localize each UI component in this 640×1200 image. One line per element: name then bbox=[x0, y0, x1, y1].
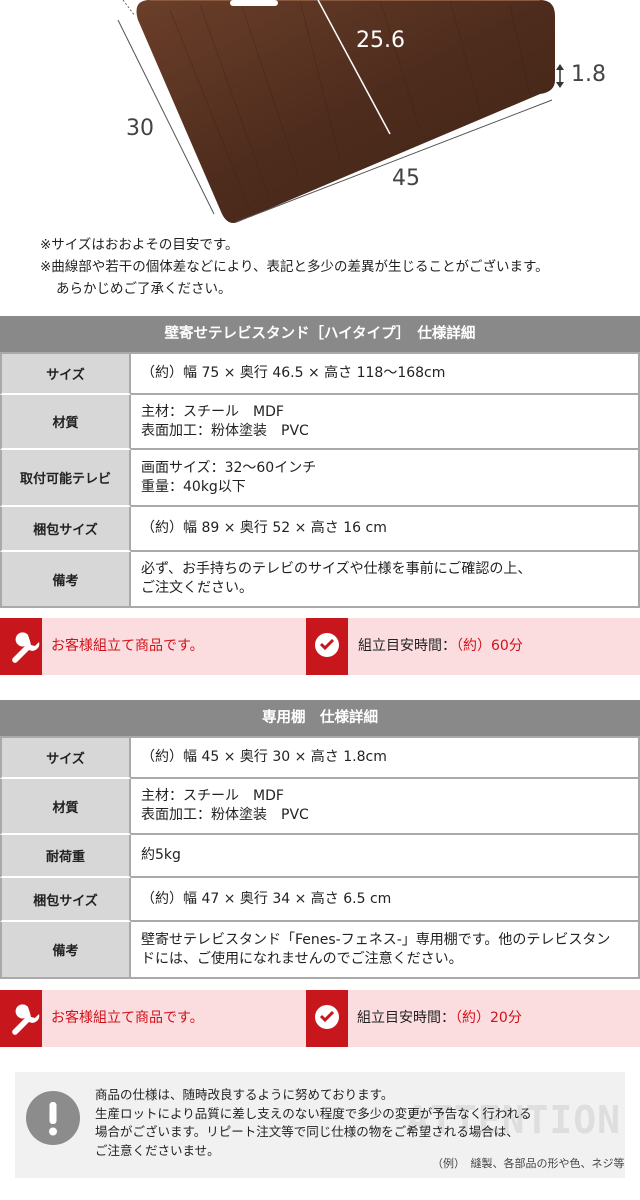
row-value: 主材：スチール MDF 表面加工：粉体塗装 PVC bbox=[131, 395, 640, 450]
table-row: サイズ （約）幅 75 × 奥行 46.5 × 高さ 118〜168cm bbox=[0, 352, 640, 395]
dim-thickness-label: 1.8 bbox=[571, 62, 606, 87]
assembly-time: 組立目安時間：（約）60分 bbox=[358, 618, 523, 675]
row-value: 必ず、お手持ちのテレビのサイズや仕様を事前にご確認の上、 ご注文ください。 bbox=[131, 552, 640, 608]
row-value: 壁寄せテレビスタンド「Fenes-フェネス-」専用棚です。他のテレビスタン ドには… bbox=[131, 922, 640, 979]
value-line: 壁寄せテレビスタンド「Fenes-フェネス-」専用棚です。他のテレビスタン bbox=[141, 931, 611, 948]
row-value: （約）幅 45 × 奥行 30 × 高さ 1.8cm bbox=[131, 736, 640, 779]
size-notes: ※サイズはおおよその目安です。 ※曲線部や若干の個体差などにより、表記と多少の差… bbox=[40, 234, 549, 300]
wrench-icon bbox=[0, 990, 42, 1047]
value-line: 必ず、お手持ちのテレビのサイズや仕様を事前にご確認の上、 bbox=[141, 561, 532, 577]
row-label: サイズ bbox=[0, 736, 131, 779]
value-line: ご注文ください。 bbox=[141, 580, 253, 596]
row-label: 梱包サイズ bbox=[0, 507, 131, 552]
notice-line: 生産ロットにより品質に差し支えのない程度で多少の変更が予告なく行われる bbox=[95, 1105, 532, 1121]
row-label: 梱包サイズ bbox=[0, 878, 131, 922]
value-line: 表面加工：粉体塗装 PVC bbox=[141, 422, 309, 439]
note-line: ※曲線部や若干の個体差などにより、表記と多少の差異が生じることがございます。 bbox=[40, 259, 549, 275]
row-label: 備考 bbox=[0, 552, 131, 608]
value-line: （約）幅 47 × 奥行 34 × 高さ 6.5 cm bbox=[141, 890, 392, 907]
row-label: 材質 bbox=[0, 779, 131, 835]
assembly-time: 組立目安時間：（約）20分 bbox=[357, 990, 522, 1047]
row-value: （約）幅 47 × 奥行 34 × 高さ 6.5 cm bbox=[131, 878, 640, 922]
notice-line: 場合がございます。リピート注文等で同じ仕様の物をご希望される場合は、 bbox=[95, 1124, 519, 1139]
assembly-text: お客様組立て商品です。 bbox=[51, 1010, 204, 1026]
row-label: 耐荷重 bbox=[0, 835, 131, 878]
value-line: 画面サイズ：32〜60インチ bbox=[141, 459, 317, 476]
row-value: 画面サイズ：32〜60インチ 重量：40kg以下 bbox=[131, 450, 640, 507]
assembly-info-bar: お客様組立て商品です。 組立目安時間：（約）60分 bbox=[0, 618, 640, 675]
value-line: 重量：40kg以下 bbox=[141, 478, 246, 495]
table-row: 備考 壁寄せテレビスタンド「Fenes-フェネス-」専用棚です。他のテレビスタン… bbox=[0, 922, 640, 979]
value-line: ドには、ご使用になれませんのでご注意ください。 bbox=[141, 950, 463, 967]
value-line: （約）幅 75 × 奥行 46.5 × 高さ 118〜168cm bbox=[141, 365, 446, 381]
value-line: 主材：スチール MDF bbox=[141, 788, 284, 804]
row-label: 備考 bbox=[0, 922, 131, 979]
table-row: 梱包サイズ （約）幅 47 × 奥行 34 × 高さ 6.5 cm bbox=[0, 878, 640, 922]
table-row: 耐荷重 約5kg bbox=[0, 835, 640, 878]
table-row: 材質 主材：スチール MDF 表面加工：粉体塗装 PVC bbox=[0, 395, 640, 450]
time-label: 組立目安時間： bbox=[357, 1010, 455, 1026]
dim-width-label: 45 bbox=[392, 166, 420, 191]
table-row: サイズ （約）幅 45 × 奥行 30 × 高さ 1.8cm bbox=[0, 736, 640, 779]
value-line: 約5kg bbox=[141, 847, 181, 863]
row-value: （約）幅 75 × 奥行 46.5 × 高さ 118〜168cm bbox=[131, 352, 640, 395]
assembly-text: お客様組立て商品です。 bbox=[51, 638, 204, 654]
row-value: 主材：スチール MDF 表面加工：粉体塗装 PVC bbox=[131, 779, 640, 835]
notice-example: （例） 縫製、各部品の形や色、ネジ等 bbox=[432, 1157, 625, 1170]
time-value: （約）60分 bbox=[456, 638, 523, 654]
time-value: （約）20分 bbox=[455, 1010, 522, 1026]
shelf-dimension-diagram: 30 45 25.6 1.8 bbox=[0, 0, 640, 228]
spec-table-stand: サイズ （約）幅 75 × 奥行 46.5 × 高さ 118〜168cm 材質 … bbox=[0, 352, 640, 608]
shelf-illustration bbox=[117, 0, 564, 223]
shelf-board bbox=[136, 0, 555, 223]
value-line: 表面加工：粉体塗装 PVC bbox=[141, 807, 309, 823]
notice-text: 商品の仕様は、随時改良するように努めております。 生産ロットにより品質に差し支え… bbox=[95, 1086, 532, 1160]
table-row: 取付可能テレビ 画面サイズ：32〜60インチ 重量：40kg以下 bbox=[0, 450, 640, 507]
note-line: あらかじめご了承ください。 bbox=[56, 281, 232, 297]
spec-table-title: 専用棚 仕様詳細 bbox=[0, 700, 640, 736]
clock-icon bbox=[306, 618, 348, 675]
exclamation-icon bbox=[26, 1091, 80, 1145]
value-line: （約）幅 89 × 奥行 52 × 高さ 16 cm bbox=[141, 520, 387, 536]
dim-depth-label: 30 bbox=[126, 116, 154, 141]
value-line: （約）幅 45 × 奥行 30 × 高さ 1.8cm bbox=[141, 749, 387, 765]
spec-table-shelf: サイズ （約）幅 45 × 奥行 30 × 高さ 1.8cm 材質 主材：スチー… bbox=[0, 736, 640, 979]
row-value: 約5kg bbox=[131, 835, 640, 878]
table-row: 梱包サイズ （約）幅 89 × 奥行 52 × 高さ 16 cm bbox=[0, 507, 640, 552]
assembly-info-bar: お客様組立て商品です。 組立目安時間：（約）20分 bbox=[0, 990, 640, 1047]
shelf-notch bbox=[230, 0, 278, 6]
row-label: 取付可能テレビ bbox=[0, 450, 131, 507]
table-row: 材質 主材：スチール MDF 表面加工：粉体塗装 PVC bbox=[0, 779, 640, 835]
row-value: （約）幅 89 × 奥行 52 × 高さ 16 cm bbox=[131, 507, 640, 552]
clock-icon bbox=[306, 990, 348, 1047]
wrench-icon bbox=[0, 618, 42, 675]
table-row: 備考 必ず、お手持ちのテレビのサイズや仕様を事前にご確認の上、 ご注文ください。 bbox=[0, 552, 640, 608]
time-label: 組立目安時間： bbox=[358, 638, 456, 654]
row-label: 材質 bbox=[0, 395, 131, 450]
notice-line: 商品の仕様は、随時改良するように努めております。 bbox=[95, 1087, 394, 1102]
value-line: 主材：スチール MDF bbox=[141, 403, 284, 420]
row-label: サイズ bbox=[0, 352, 131, 395]
dim-inner-depth-label: 25.6 bbox=[356, 28, 405, 53]
spec-table-title: 壁寄せテレビスタンド［ハイタイプ］ 仕様詳細 bbox=[0, 316, 640, 352]
note-line: ※サイズはおおよその目安です。 bbox=[40, 237, 239, 253]
